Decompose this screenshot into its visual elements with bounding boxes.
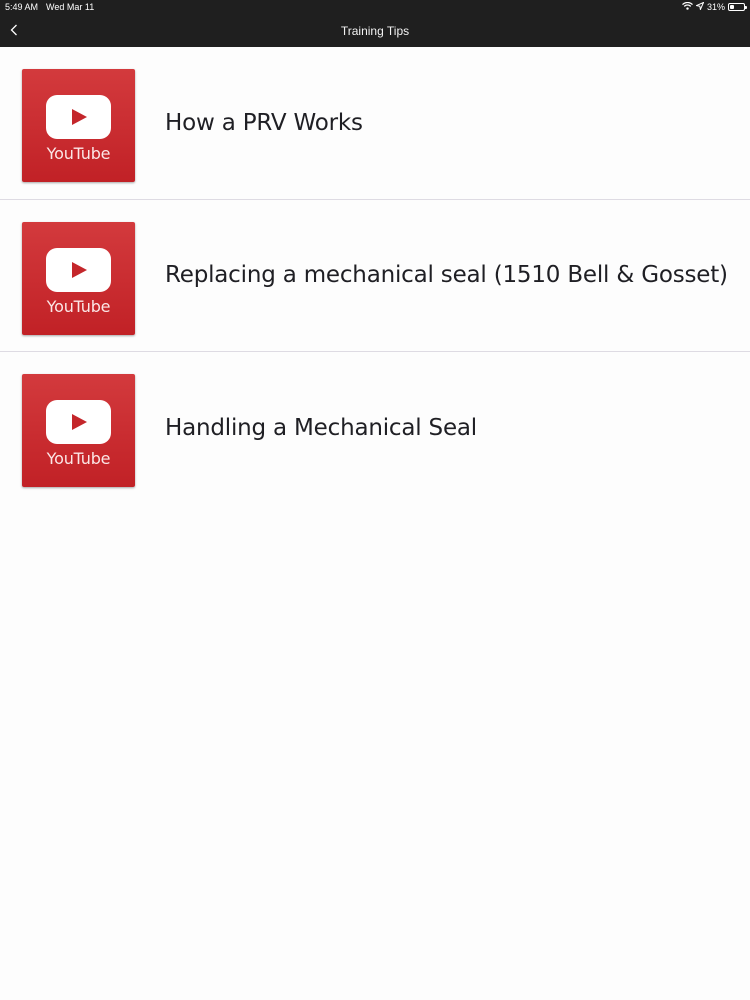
chevron-left-icon: [10, 24, 17, 36]
list-item-video-3[interactable]: YouTube Handling a Mechanical Seal: [0, 352, 750, 505]
thumbnail-label: YouTube: [46, 144, 111, 163]
video-title: Replacing a mechanical seal (1510 Bell &…: [165, 262, 728, 289]
page-title: Training Tips: [340, 23, 410, 38]
battery-icon: [728, 3, 747, 11]
video-title: How a PRV Works: [165, 109, 363, 136]
list-item-video-2[interactable]: YouTube Replacing a mechanical seal (151…: [0, 200, 750, 352]
status-time: 5:49 AM: [5, 2, 39, 12]
thumbnail-label: YouTube: [46, 296, 111, 316]
youtube-icon: [46, 95, 111, 139]
battery-percent: 31%: [706, 2, 725, 12]
navigation-bar: Training Tips: [0, 14, 750, 47]
video-thumbnail[interactable]: YouTube: [22, 69, 135, 182]
location-icon: [694, 1, 705, 12]
status-date: Wed Mar 11: [46, 2, 95, 12]
battery-level: [730, 5, 735, 9]
video-title: Handling a Mechanical Seal: [165, 415, 477, 442]
video-thumbnail[interactable]: YouTube: [22, 221, 135, 335]
list-item-video-1[interactable]: YouTube How a PRV Works: [0, 47, 750, 200]
youtube-icon: [46, 247, 111, 292]
video-thumbnail[interactable]: YouTube: [22, 374, 135, 487]
back-button[interactable]: [6, 20, 22, 40]
status-bar: 5:49 AM Wed Mar 11 31%: [0, 0, 750, 14]
youtube-icon: [46, 400, 111, 444]
wifi-icon: [682, 1, 693, 12]
thumbnail-label: YouTube: [46, 449, 111, 468]
video-list: YouTube How a PRV Works YouTube Replacin…: [0, 47, 750, 505]
